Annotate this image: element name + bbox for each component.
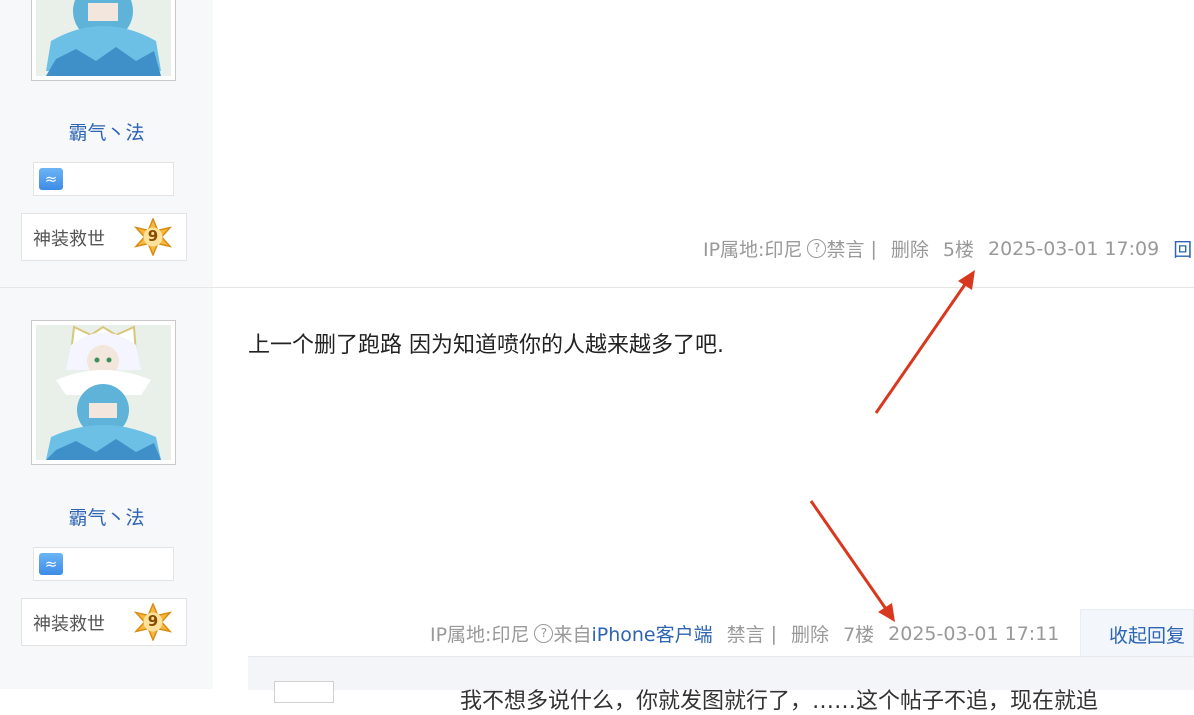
level-title: 神装救世 — [33, 229, 105, 250]
source-prefix: 来自 — [553, 624, 592, 646]
aquarius-icon: ≈ — [39, 168, 63, 190]
avatar-image — [36, 325, 171, 460]
post-time: 2025-03-01 17:11 — [888, 622, 1060, 645]
user-avatar[interactable] — [31, 320, 176, 465]
ban-link[interactable]: 禁言 — [826, 235, 864, 262]
separator: | — [870, 237, 877, 260]
post-time: 2025-03-01 17:09 — [988, 237, 1160, 260]
level-badge[interactable]: 神装救世 9 — [21, 598, 187, 646]
help-icon[interactable]: ? — [534, 624, 554, 643]
ip-location: IP属地:印尼 — [703, 239, 803, 261]
delete-link[interactable]: 删除 — [791, 620, 829, 647]
aquarius-icon: ≈ — [39, 553, 63, 575]
post-content: 上一个删了跑路 因为知道喷你的人越来越多了吧. — [248, 333, 724, 358]
avatar-image — [36, 0, 171, 76]
post-tail: IP属地:印尼 ? 禁言 | 删除 5楼 2025-03-01 17:09 回 — [703, 235, 1192, 262]
username[interactable]: 霸气丶法 — [0, 118, 213, 145]
annotation-arrow-down — [809, 500, 888, 610]
level-title: 神装救世 — [33, 614, 105, 635]
member-badge[interactable]: ≈ — [33, 547, 174, 581]
level-number: 9 — [147, 227, 159, 245]
post-divider — [0, 287, 1194, 288]
ban-link[interactable]: 禁言 — [727, 620, 765, 647]
post-tail: IP属地:印尼 ? 来自 iPhone客户端 禁言 | 删除 7楼 2025-0… — [430, 620, 1059, 647]
sub-reply-text: 我不想多说什么，你就发图就行了，……这个帖子不追，现在就追 — [460, 689, 1099, 714]
annotation-arrow-up — [874, 282, 968, 414]
separator: | — [770, 622, 778, 645]
level-number: 9 — [147, 612, 159, 630]
member-badge[interactable]: ≈ — [33, 162, 174, 196]
floor-number: 5楼 — [942, 239, 974, 261]
help-icon[interactable]: ? — [807, 239, 827, 258]
reply-link[interactable]: 回 — [1173, 235, 1192, 262]
ip-location: IP属地:印尼 — [430, 624, 530, 646]
sub-reply-area: 我不想多说什么，你就发图就行了，……这个帖子不追，现在就追 — [248, 656, 1194, 714]
source-client-link[interactable]: iPhone客户端 — [591, 620, 712, 647]
username[interactable]: 霸气丶法 — [0, 503, 213, 530]
delete-link[interactable]: 删除 — [891, 235, 929, 262]
user-avatar[interactable] — [31, 0, 176, 81]
collapse-replies-button[interactable]: 收起回复 — [1080, 609, 1194, 656]
level-badge[interactable]: 神装救世 9 — [21, 213, 187, 261]
sub-reply-avatar[interactable] — [274, 681, 334, 703]
floor-number: 7楼 — [843, 624, 875, 646]
